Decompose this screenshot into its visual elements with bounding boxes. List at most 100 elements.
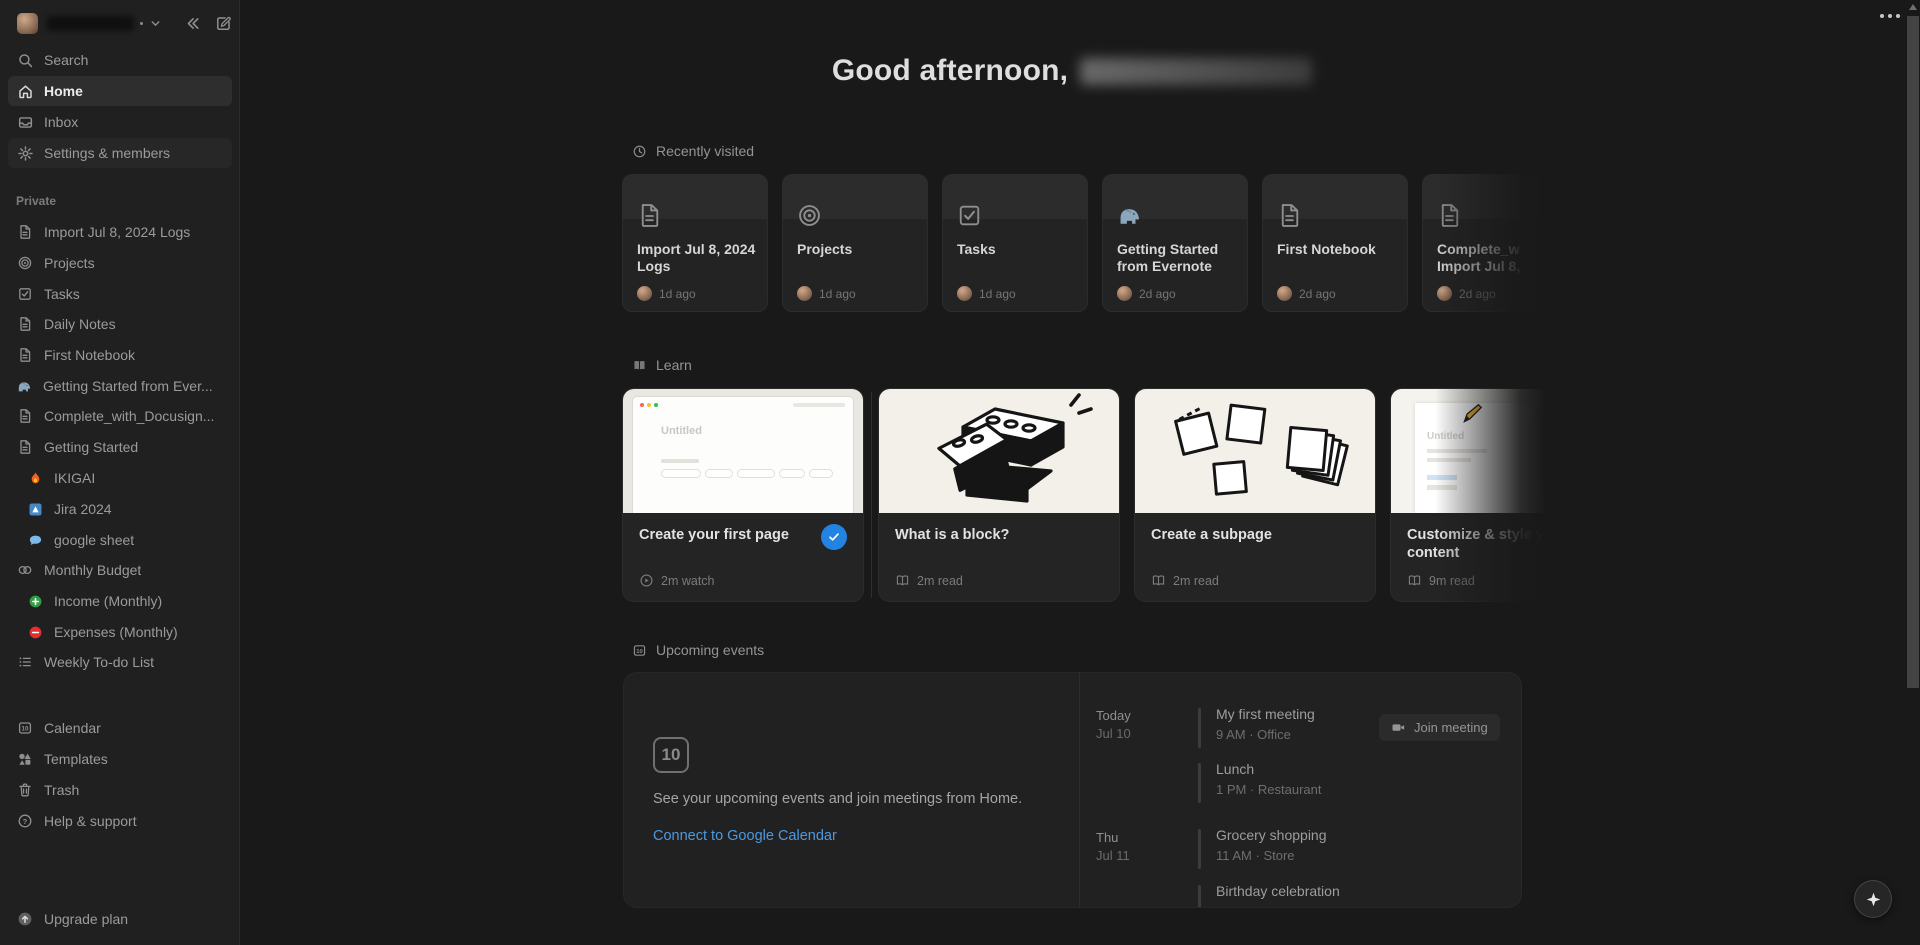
sidebar-item-label: Trash	[44, 782, 80, 798]
learn-card-create-first-page[interactable]: Untitled Create your first page 2m watch	[622, 388, 864, 602]
sidebar-item-google-sheet[interactable]: google sheet	[8, 525, 232, 555]
event-date-thu: Thu Jul 11	[1096, 830, 1130, 863]
sidebar-item-label: google sheet	[54, 532, 135, 548]
panel-divider	[1079, 673, 1080, 907]
sidebar-item-expenses-monthly[interactable]: Expenses (Monthly)	[8, 617, 232, 647]
sidebar-item-complete-docusign[interactable]: Complete_with_Docusign...	[8, 401, 232, 431]
sidebar-item-weekly-todo[interactable]: Weekly To-do List	[8, 647, 232, 677]
card-meta: 2m read	[1173, 573, 1219, 588]
learn-card-what-is-a-block[interactable]: What is a block? 2m read	[878, 388, 1120, 602]
ai-assistant-button[interactable]	[1854, 880, 1892, 918]
sidebar-item-calendar[interactable]: 10 Calendar	[8, 713, 232, 743]
sidebar-item-monthly-budget[interactable]: Monthly Budget	[8, 555, 232, 585]
card-time: 2d ago	[1299, 286, 1336, 301]
card-time: 1d ago	[979, 286, 1016, 301]
document-icon	[1436, 202, 1463, 229]
thumb-title: Untitled	[661, 425, 702, 437]
home-icon	[15, 81, 35, 101]
sidebar-item-help-support[interactable]: ? Help & support	[8, 806, 232, 836]
sidebar-item-label: Calendar	[44, 720, 101, 736]
sidebar-item-trash[interactable]: Trash	[8, 775, 232, 805]
recent-card-projects[interactable]: Projects 1d ago	[782, 174, 928, 312]
sidebar-item-templates[interactable]: Templates	[8, 744, 232, 774]
play-circle-icon	[639, 573, 654, 588]
checkbox-icon	[15, 284, 35, 304]
sidebar-item-jira-2024[interactable]: Jira 2024	[8, 494, 232, 524]
sidebar-item-getting-started[interactable]: Getting Started	[8, 432, 232, 462]
book-icon	[1151, 573, 1166, 588]
collapse-sidebar-icon[interactable]	[184, 15, 201, 32]
sidebar-item-inbox[interactable]: Inbox	[8, 107, 232, 137]
sidebar-item-ikigai[interactable]: IKIGAI	[8, 463, 232, 493]
sidebar-item-label: Getting Started from Ever...	[43, 378, 213, 394]
sidebar-item-label: Import Jul 8, 2024 Logs	[44, 224, 191, 240]
connect-google-calendar-link[interactable]: Connect to Google Calendar	[653, 828, 837, 844]
scrollbar[interactable]	[1906, 0, 1920, 945]
more-options-icon[interactable]	[1876, 10, 1904, 22]
sidebar-item-label: Settings & members	[44, 145, 171, 161]
sidebar-item-settings-members[interactable]: Settings & members	[8, 138, 232, 168]
workspace-switcher[interactable]	[8, 6, 232, 40]
target-icon	[15, 253, 35, 273]
sidebar-item-first-notebook[interactable]: First Notebook	[8, 340, 232, 370]
calendar-day-number: 10	[661, 745, 681, 764]
card-thumbnail: Untitled	[1391, 389, 1545, 513]
card-body: Create a subpage 2m read	[1135, 513, 1375, 601]
sidebar-item-label: Help & support	[44, 813, 137, 829]
recent-card-first-notebook[interactable]: First Notebook 2d ago	[1262, 174, 1408, 312]
card-time: 2d ago	[1139, 286, 1176, 301]
user-name-redacted	[1080, 57, 1313, 85]
recent-card-getting-started-evernote[interactable]: Getting Started from Evernote 2d ago	[1102, 174, 1248, 312]
target-icon	[796, 202, 823, 229]
gear-icon	[15, 143, 35, 163]
sidebar-item-daily-notes[interactable]: Daily Notes	[8, 309, 232, 339]
calendar-icon: 10	[632, 643, 647, 658]
sidebar-item-income-monthly[interactable]: Income (Monthly)	[8, 586, 232, 616]
new-page-compose-icon[interactable]	[215, 15, 232, 32]
card-title: Create your first page	[639, 527, 789, 543]
greeting-header: Good afternoon,	[622, 54, 1522, 88]
sidebar-item-search[interactable]: Search	[8, 45, 232, 75]
calendar-icon: 10	[15, 718, 35, 738]
recent-card-import-logs[interactable]: Import Jul 8, 2024 Logs 1d ago	[622, 174, 768, 312]
join-meeting-button[interactable]: Join meeting	[1379, 714, 1500, 741]
upgrade-arrow-icon	[15, 909, 35, 929]
learn-card-customize-style[interactable]: Untitled Customize & style your content …	[1390, 388, 1545, 602]
sidebar-item-label: Home	[44, 83, 83, 99]
sidebar: Search Home Inbox Settings & members Pri…	[0, 0, 240, 945]
sidebar-item-label: Monthly Budget	[44, 562, 142, 578]
greeting-text: Good afternoon,	[831, 54, 1069, 87]
pencil-icon	[1463, 403, 1483, 423]
sidebar-item-home[interactable]: Home	[8, 76, 232, 106]
card-title: What is a block?	[895, 527, 1010, 543]
chevron-down-icon	[149, 17, 162, 30]
sidebar-item-label: Templates	[44, 751, 108, 767]
elephant-icon	[14, 376, 34, 396]
sidebar-item-label: Tasks	[44, 286, 80, 302]
recent-card-tasks[interactable]: Tasks 1d ago	[942, 174, 1088, 312]
fire-icon	[25, 468, 45, 488]
recent-card-complete-import[interactable]: Complete_w Import Jul 8, 2d ago	[1422, 174, 1545, 312]
section-title: Learn	[656, 357, 692, 373]
sparkle-icon	[1865, 891, 1882, 908]
card-title: Tasks	[957, 241, 996, 257]
minus-circle-icon	[25, 622, 45, 642]
sidebar-item-tasks[interactable]: Tasks	[8, 279, 232, 309]
sidebar-item-getting-started-evernote[interactable]: Getting Started from Ever...	[8, 371, 232, 401]
scroll-up-arrow-icon[interactable]	[1909, 4, 1917, 10]
scrollbar-thumb[interactable]	[1907, 16, 1919, 688]
events-description: See your upcoming events and join meetin…	[653, 791, 1023, 807]
svg-text:?: ?	[23, 817, 28, 826]
elephant-icon	[1116, 202, 1142, 228]
book-icon	[895, 573, 910, 588]
document-icon	[15, 345, 35, 365]
sidebar-item-import-logs[interactable]: Import Jul 8, 2024 Logs	[8, 217, 232, 247]
card-title: Import Jul 8, 2024 Logs	[637, 241, 756, 274]
join-meeting-label: Join meeting	[1414, 720, 1488, 735]
learn-card-create-subpage[interactable]: Create a subpage 2m read	[1134, 388, 1376, 602]
event-color-bar	[1198, 885, 1201, 907]
sidebar-item-upgrade-plan[interactable]: Upgrade plan	[8, 904, 232, 934]
inbox-icon	[15, 112, 35, 132]
sidebar-item-projects[interactable]: Projects	[8, 248, 232, 278]
jira-logo-icon	[25, 499, 45, 519]
